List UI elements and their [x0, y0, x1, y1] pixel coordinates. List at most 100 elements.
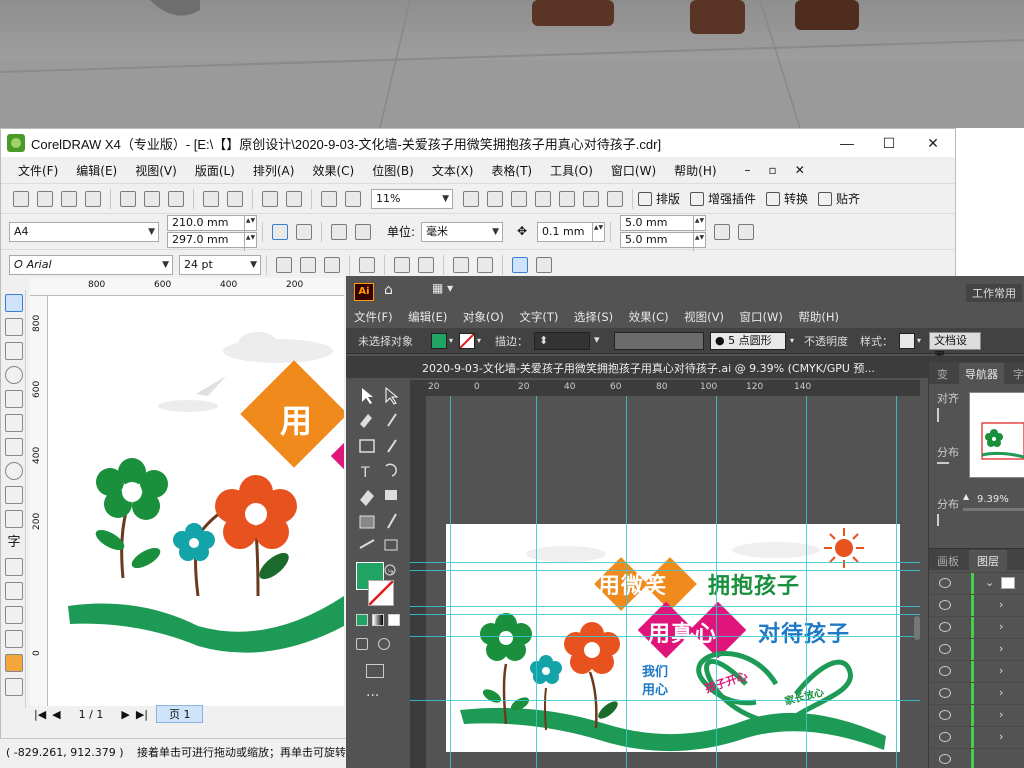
page-width-input[interactable]: 210.0 mm ▲▼ — [167, 215, 257, 234]
bold-icon[interactable] — [276, 256, 292, 273]
snap-button[interactable]: 贴齐 — [818, 190, 860, 207]
duplicate-y-input[interactable]: 5.0 mm ▲▼ — [620, 232, 707, 251]
fill-swatch[interactable] — [431, 332, 447, 349]
edit-options-icon[interactable] — [738, 223, 755, 240]
menu-help[interactable]: 帮助(H) — [665, 162, 725, 179]
font-family-select[interactable]: 𝑂 Arial ▼ — [9, 254, 173, 275]
corel-canvas[interactable]: 用 ​ — [48, 296, 344, 706]
gradient-tool-icon[interactable] — [354, 514, 372, 530]
layer-row[interactable]: › — [929, 594, 1024, 617]
edit-text-icon[interactable] — [477, 256, 493, 273]
save-icon[interactable] — [61, 190, 77, 207]
zoom-page-icon[interactable] — [559, 190, 575, 207]
interactive-fill-tool-icon[interactable] — [5, 678, 23, 696]
ellipse-tool-icon[interactable] — [5, 462, 23, 480]
menu-window[interactable]: 窗口(W) — [602, 162, 665, 179]
current-page-icon[interactable] — [355, 223, 371, 240]
underline-icon[interactable] — [324, 256, 340, 273]
color-mode-icon[interactable] — [356, 614, 368, 626]
first-page-icon[interactable]: |◀ — [34, 708, 46, 721]
enhance-plugin-button[interactable]: 增强插件 — [690, 190, 756, 207]
arrange-documents-icon[interactable]: ▦ ▾ — [432, 281, 453, 295]
last-page-icon[interactable]: ▶| — [136, 708, 148, 721]
menu-arrange[interactable]: 排列(A) — [244, 162, 304, 179]
zoom-height-icon[interactable] — [607, 190, 623, 207]
ai-menu-select[interactable]: 选择(S) — [574, 310, 613, 324]
eye-icon[interactable] — [939, 622, 951, 632]
undo-icon[interactable] — [203, 190, 219, 207]
new-icon[interactable] — [13, 190, 29, 207]
redo-icon[interactable] — [227, 190, 243, 207]
selection-tool-icon[interactable] — [354, 386, 372, 402]
navigator-tab[interactable]: 导航器 — [959, 363, 1004, 385]
table-tool-icon[interactable] — [5, 558, 23, 576]
guide-line[interactable] — [410, 606, 920, 607]
ai-menu-view[interactable]: 视图(V) — [684, 310, 724, 324]
style-dropdown-icon[interactable]: ▾ — [917, 336, 921, 345]
rectangle-tool-icon[interactable] — [5, 438, 23, 456]
italic-icon[interactable] — [300, 256, 316, 273]
close-button[interactable]: ✕ — [913, 129, 953, 157]
doc-close-button[interactable]: ✕ — [786, 163, 814, 177]
nudge-distance-input[interactable]: 0.1 mm ▲▼ — [537, 221, 606, 242]
artboards-tab[interactable]: 画板 — [937, 553, 959, 569]
align-left-icon[interactable] — [937, 408, 949, 422]
character-tab[interactable]: 字 — [1013, 366, 1024, 382]
menu-text[interactable]: 文本(X) — [423, 162, 483, 179]
zoom-in-icon[interactable] — [463, 190, 479, 207]
direct-selection-tool-icon[interactable] — [378, 386, 396, 402]
symbol-sprayer-tool-icon[interactable] — [354, 538, 372, 554]
brush-definition[interactable]: ● 5 点圆形 — [710, 331, 787, 350]
interactive-blend-tool-icon[interactable] — [5, 582, 23, 600]
pencil-tool-icon[interactable] — [378, 438, 396, 454]
shape-tool-icon[interactable] — [5, 318, 23, 336]
menu-table[interactable]: 表格(T) — [482, 162, 541, 179]
opacity-label[interactable]: 不透明度 — [804, 333, 848, 349]
convert-button[interactable]: 转换 — [766, 190, 808, 207]
rectangle-tool-icon[interactable] — [354, 438, 372, 454]
eraser-tool-icon[interactable] — [354, 490, 372, 506]
zoom-tool-icon[interactable] — [5, 366, 23, 384]
duplicate-x-input[interactable]: 5.0 mm ▲▼ — [620, 215, 707, 234]
vertical-text-icon[interactable] — [536, 256, 552, 273]
stroke-dropdown-icon[interactable]: ▾ — [477, 336, 481, 345]
eye-icon[interactable] — [939, 578, 951, 588]
unit-select[interactable]: 毫米 ▼ — [421, 221, 504, 242]
eyedropper-tool-icon[interactable] — [5, 606, 23, 624]
ai-document-tab[interactable]: 2020-9-03-文化墙-关爱孩子用微笑拥抱孩子用真心对待孩子.ai @ 9.… — [422, 360, 875, 376]
zoom-width-icon[interactable] — [583, 190, 599, 207]
eyedropper-tool-icon[interactable] — [378, 514, 396, 530]
gradient-mode-icon[interactable] — [372, 614, 384, 626]
menu-edit[interactable]: 编辑(E) — [67, 162, 126, 179]
ai-menu-help[interactable]: 帮助(H) — [798, 310, 839, 324]
outline-tool-icon[interactable] — [5, 630, 23, 648]
navigator-zoom-value[interactable]: 9.39% — [977, 494, 1009, 505]
ai-menu-edit[interactable]: 编辑(E) — [408, 310, 447, 324]
paste-icon[interactable] — [168, 190, 184, 207]
menu-layout[interactable]: 版面(L) — [186, 162, 244, 179]
pen-tool-icon[interactable] — [354, 412, 372, 428]
zoom-selected-icon[interactable] — [511, 190, 527, 207]
navigator-zoom-out-icon[interactable]: ▲ — [963, 492, 969, 501]
fill-tool-icon[interactable] — [5, 654, 23, 672]
zoom-level-select[interactable]: 11% ▼ — [371, 188, 453, 209]
guide-line[interactable] — [410, 614, 920, 615]
layer-row[interactable] — [929, 748, 1024, 768]
portrait-icon[interactable] — [272, 223, 288, 240]
stroke-weight-dropdown[interactable]: ▾ — [590, 332, 606, 350]
menu-view[interactable]: 视图(V) — [126, 162, 186, 179]
free-transform-tool-icon[interactable] — [378, 490, 396, 506]
stroke-weight-input[interactable]: ⬍ — [534, 331, 591, 350]
layer-row[interactable]: › — [929, 704, 1024, 727]
eye-icon[interactable] — [939, 600, 951, 610]
ai-menu-type[interactable]: 文字(T) — [519, 310, 558, 324]
draw-mode-icon[interactable] — [356, 638, 368, 650]
guide-line[interactable] — [410, 636, 920, 637]
guide-line[interactable] — [450, 396, 451, 768]
bullet-icon[interactable] — [394, 256, 410, 273]
ai-menu-file[interactable]: 文件(F) — [354, 310, 393, 324]
text-tool-icon[interactable]: 字 — [5, 534, 23, 552]
zoom-all-icon[interactable] — [535, 190, 551, 207]
transform-tab[interactable]: 变 — [937, 366, 948, 382]
more-tools-icon[interactable]: ··· — [366, 688, 379, 704]
